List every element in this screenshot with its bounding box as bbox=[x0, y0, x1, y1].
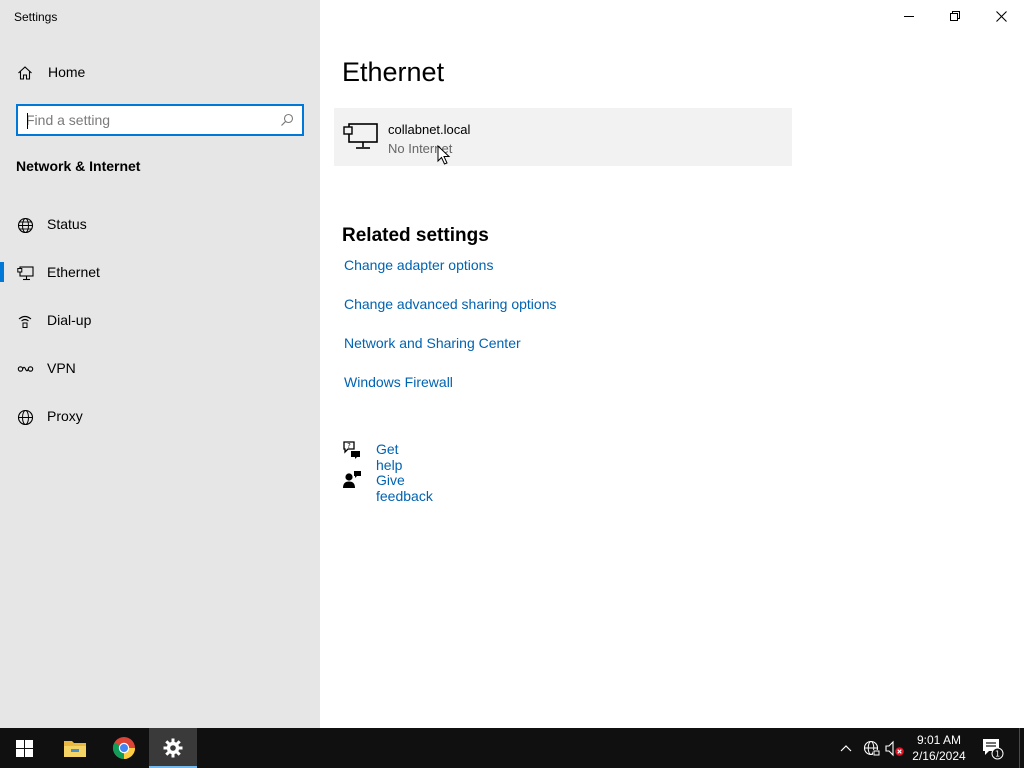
sidebar-item-label: Dial-up bbox=[47, 312, 92, 328]
taskbar: 9:01 AM 2/16/2024 1 bbox=[0, 728, 1024, 768]
svg-text:?: ? bbox=[347, 442, 351, 450]
settings-gear-icon bbox=[163, 738, 183, 758]
file-explorer-button[interactable] bbox=[51, 728, 99, 768]
related-settings-heading: Related settings bbox=[342, 225, 489, 246]
sidebar-item-label: Home bbox=[48, 64, 86, 80]
home-icon bbox=[16, 64, 34, 82]
vpn-icon bbox=[16, 360, 34, 378]
dialup-icon bbox=[16, 312, 34, 330]
minimize-icon bbox=[904, 16, 914, 17]
restore-button[interactable] bbox=[932, 0, 978, 32]
navigation-pane: Settings Home Network & Internet Status … bbox=[0, 0, 320, 728]
globe-status-icon bbox=[16, 216, 34, 234]
get-help-link[interactable]: Get help bbox=[376, 441, 402, 473]
network-tray-button[interactable] bbox=[861, 738, 881, 758]
sidebar-item-home[interactable]: Home bbox=[0, 52, 320, 92]
globe-icon bbox=[16, 408, 34, 426]
ethernet-icon bbox=[16, 264, 34, 282]
windows-start-icon bbox=[15, 739, 33, 757]
sidebar-item-vpn[interactable]: VPN bbox=[0, 348, 320, 388]
sidebar-item-label: Proxy bbox=[47, 408, 83, 424]
chrome-button[interactable] bbox=[100, 728, 148, 768]
give-feedback-link[interactable]: Give feedback bbox=[376, 472, 433, 504]
page-title: Ethernet bbox=[342, 57, 445, 87]
sidebar-item-status[interactable]: Status bbox=[0, 204, 320, 244]
restore-icon bbox=[950, 11, 960, 21]
action-center-button[interactable]: 1 bbox=[980, 736, 1004, 760]
show-desktop-button[interactable] bbox=[1019, 728, 1020, 768]
feedback-person-icon bbox=[343, 471, 361, 488]
settings-taskbar-button[interactable] bbox=[149, 728, 197, 768]
chevron-up-icon bbox=[840, 745, 852, 752]
chrome-icon bbox=[113, 737, 135, 759]
file-explorer-icon bbox=[64, 741, 86, 757]
link-change-adapter-options[interactable]: Change adapter options bbox=[344, 257, 493, 273]
clock-time: 9:01 AM bbox=[916, 733, 962, 747]
sidebar-item-proxy[interactable]: Proxy bbox=[0, 396, 320, 436]
link-windows-firewall[interactable]: Windows Firewall bbox=[344, 374, 453, 390]
sidebar-item-label: Status bbox=[47, 216, 87, 232]
sidebar-item-dial-up[interactable]: Dial-up bbox=[0, 300, 320, 340]
search-box[interactable] bbox=[16, 104, 304, 136]
notification-icon: 1 bbox=[983, 739, 1004, 760]
sidebar-item-label: VPN bbox=[47, 360, 76, 376]
volume-tray-button[interactable] bbox=[885, 738, 905, 758]
close-button[interactable] bbox=[978, 0, 1024, 32]
selection-indicator bbox=[0, 262, 4, 282]
section-heading: Network & Internet bbox=[16, 158, 141, 174]
search-input[interactable] bbox=[26, 111, 266, 129]
network-name: collabnet.local bbox=[388, 122, 471, 137]
search-icon[interactable] bbox=[280, 113, 294, 127]
chat-help-icon: ? bbox=[343, 441, 360, 459]
notification-count: 1 bbox=[995, 750, 1000, 759]
taskbar-clock[interactable]: 9:01 AM 2/16/2024 bbox=[904, 732, 974, 764]
network-globe-icon bbox=[863, 740, 880, 756]
close-icon bbox=[995, 10, 1007, 22]
link-change-advanced-sharing-options[interactable]: Change advanced sharing options bbox=[344, 296, 557, 312]
start-button[interactable] bbox=[0, 728, 48, 768]
network-connection-card[interactable]: collabnet.local No Internet bbox=[334, 108, 792, 166]
volume-muted-icon bbox=[885, 740, 904, 756]
window-title: Settings bbox=[14, 10, 58, 24]
minimize-button[interactable] bbox=[886, 0, 932, 32]
sidebar-item-ethernet[interactable]: Ethernet bbox=[0, 252, 320, 292]
clock-date: 2/16/2024 bbox=[912, 749, 966, 763]
sidebar-item-label: Ethernet bbox=[47, 264, 100, 280]
mouse-cursor-icon bbox=[437, 145, 451, 165]
link-network-and-sharing-center[interactable]: Network and Sharing Center bbox=[344, 335, 521, 351]
show-hidden-icons-button[interactable] bbox=[836, 738, 856, 758]
text-caret bbox=[27, 113, 28, 129]
monitor-network-icon bbox=[343, 123, 378, 149]
